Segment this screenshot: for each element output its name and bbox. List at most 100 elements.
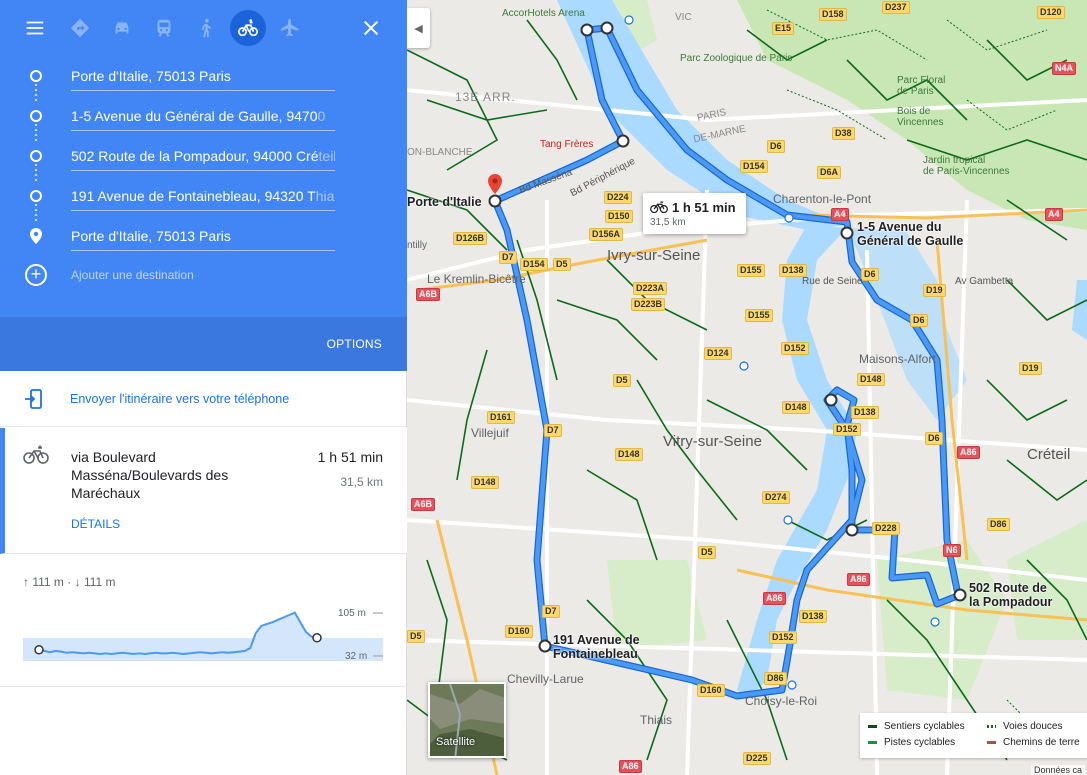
plane-icon xyxy=(280,18,299,37)
elevation-loss: 111 m xyxy=(83,575,116,589)
callout-duration: 1 h 51 min xyxy=(672,200,736,215)
waypoint-marker[interactable] xyxy=(616,134,630,148)
mode-flight-button[interactable] xyxy=(272,10,308,46)
waypoint-text-overflow: teil xyxy=(318,148,335,164)
map-canvas[interactable]: D158 D237 D120 E15 N4A D38 D154 D6 D6A D224 D150 D1… xyxy=(407,0,1087,775)
directions-icon xyxy=(70,18,90,38)
road-label-d224: D224 xyxy=(604,191,632,204)
road-label-n4a: N4A xyxy=(1052,62,1077,75)
waypoint-marker[interactable] xyxy=(824,393,838,407)
label-13e-arr: 13E ARR. xyxy=(455,90,516,104)
road-label-a6b: A6B xyxy=(416,288,441,301)
travel-mode-bar xyxy=(0,10,407,46)
waypoint-destination: Porte d'Italie, 75013 Paris xyxy=(0,220,407,260)
road-label-d237: D237 xyxy=(882,1,910,14)
options-button[interactable]: OPTIONS xyxy=(327,337,382,351)
waypoint-input-2[interactable]: 1-5 Avenue du Général de Gaulle, 94700 xyxy=(71,104,335,131)
route-callout[interactable]: 1 h 51 min 31,5 km xyxy=(643,193,746,234)
waypoint-circle-icon xyxy=(30,190,42,202)
road-label-d274: D274 xyxy=(762,491,790,504)
destination-pin-icon xyxy=(30,228,42,244)
route-option-card[interactable]: via Boulevard Masséna/Boulevards des Mar… xyxy=(0,428,407,554)
map-attribution[interactable]: Données ca xyxy=(1030,765,1085,775)
mode-car-button[interactable] xyxy=(104,10,140,46)
waypoint-input-5[interactable]: Porte d'Italie, 75013 Paris xyxy=(71,224,335,251)
road-label-d5: D5 xyxy=(407,630,425,643)
bike-icon xyxy=(238,19,258,37)
waypoint-marker-porte-italie[interactable] xyxy=(488,194,502,208)
bike-icon xyxy=(650,201,668,214)
waypoint-circle-icon xyxy=(30,110,42,122)
label-ivry-sur-seine: Ivry-sur-Seine xyxy=(607,247,701,264)
waypoint-marker-pompadour[interactable] xyxy=(953,588,967,602)
road-label-d6a: D6A xyxy=(817,166,842,179)
elevation-max-label: 105 m xyxy=(338,608,366,619)
waypoint-marker[interactable] xyxy=(580,23,594,37)
satellite-label: Satellite xyxy=(436,736,476,748)
send-to-phone-row[interactable]: Envoyer l'itinéraire vers votre téléphon… xyxy=(0,371,407,427)
legend-sentiers: Sentiers cyclables xyxy=(868,721,965,732)
add-destination-row[interactable]: + Ajouter une destination xyxy=(0,262,407,292)
road-label-d152: D152 xyxy=(781,342,809,355)
elevation-profile-chart xyxy=(23,611,383,661)
menu-button[interactable] xyxy=(17,10,53,46)
collapse-panel-button[interactable]: ◀ xyxy=(407,8,430,48)
waypoint-2: 1-5 Avenue du Général de Gaulle, 94700 xyxy=(0,100,407,140)
label-jardin-tropical: Jardin tropical de Paris-Vincennes xyxy=(923,155,1010,177)
waypoint-text: 191 Avenue de Fontainebleau, 94320 T xyxy=(71,188,316,204)
send-to-phone-icon xyxy=(25,389,42,409)
road-label-d148: D148 xyxy=(615,448,643,461)
elevation-min-label: 32 m xyxy=(345,651,368,662)
label-kremlin-bicetre: Le Kremlin-Bicêtre xyxy=(427,272,526,286)
waypoint-marker[interactable] xyxy=(600,21,614,35)
road-label-d38: D38 xyxy=(832,127,855,140)
elevation-stats: ↑ 111 m · ↓ 111 m xyxy=(23,575,116,589)
send-to-phone-link: Envoyer l'itinéraire vers votre téléphon… xyxy=(70,392,290,406)
waypoint-marker-general-gaulle[interactable] xyxy=(840,226,854,240)
road-label-a86: A86 xyxy=(957,446,980,459)
label-maisons-alfort: Maisons-Alfort xyxy=(859,352,936,366)
mode-recommended-button[interactable] xyxy=(62,10,98,46)
elevation-end-marker xyxy=(312,633,322,643)
waypoint-marker-fontainebleau[interactable] xyxy=(538,639,552,653)
road-label-d148: D148 xyxy=(782,401,810,414)
road-label-d223a: D223A xyxy=(633,282,668,295)
label-thiais: Thiais xyxy=(640,713,673,727)
road-label-d155: D155 xyxy=(737,264,765,277)
waypoint-marker[interactable] xyxy=(845,523,859,537)
road-label-d154: D154 xyxy=(520,258,548,271)
label-accorhotels-arena: AccorHotels Arena xyxy=(502,8,585,19)
legend-pistes: Pistes cyclables xyxy=(868,737,955,748)
waypoint-circle-icon xyxy=(30,150,42,162)
label-choisy-le-roi: Choisy-le-Roi xyxy=(745,694,818,708)
legend-sentiers-label: Sentiers cyclables xyxy=(884,721,965,732)
mode-walk-button[interactable] xyxy=(188,10,224,46)
waypoint-input-1[interactable]: Porte d'Italie, 75013 Paris xyxy=(71,64,335,91)
label-fontaine-blanche: ON-BLANCHE xyxy=(407,147,473,158)
mode-bike-button[interactable] xyxy=(230,10,266,46)
road-label-d7: D7 xyxy=(499,251,517,264)
waypoint-text: 1-5 Avenue du Général de Gaulle, 9470 xyxy=(71,108,318,124)
close-icon xyxy=(363,20,379,36)
label-tang-freres: Tang Frères xyxy=(540,139,594,150)
satellite-toggle[interactable]: Satellite xyxy=(428,682,506,758)
road-label-d6: D6 xyxy=(861,268,879,281)
mode-transit-button[interactable] xyxy=(146,10,182,46)
waypoint-input-4[interactable]: 191 Avenue de Fontainebleau, 94320 Thiai… xyxy=(71,184,335,211)
arrow-down-icon: ↓ xyxy=(74,575,81,589)
road-label-d5: D5 xyxy=(553,258,571,271)
waypoint-input-3[interactable]: 502 Route de la Pompadour, 94000 Créteil xyxy=(71,144,335,171)
road-label-d6: D6 xyxy=(767,140,785,153)
callout-distance: 31,5 km xyxy=(650,217,686,228)
road-label-d19: D19 xyxy=(923,284,946,297)
close-button[interactable] xyxy=(353,10,389,46)
label-villejuif: Villejuif xyxy=(471,426,509,440)
red-pin-icon[interactable] xyxy=(488,174,502,194)
label-general-de-gaulle: 1-5 Avenue du Général de Gaulle xyxy=(857,220,964,248)
label-vitry-sur-seine: Vitry-sur-Seine xyxy=(663,433,762,450)
road-label-d86: D86 xyxy=(764,672,787,685)
details-button[interactable]: DÉTAILS xyxy=(71,517,120,531)
road-label-d138: D138 xyxy=(851,406,879,419)
waypoint-4: 191 Avenue de Fontainebleau, 94320 Thiai… xyxy=(0,180,407,220)
google-maps-app: Porte d'Italie, 75013 Paris 1-5 Avenue d… xyxy=(0,0,1087,775)
